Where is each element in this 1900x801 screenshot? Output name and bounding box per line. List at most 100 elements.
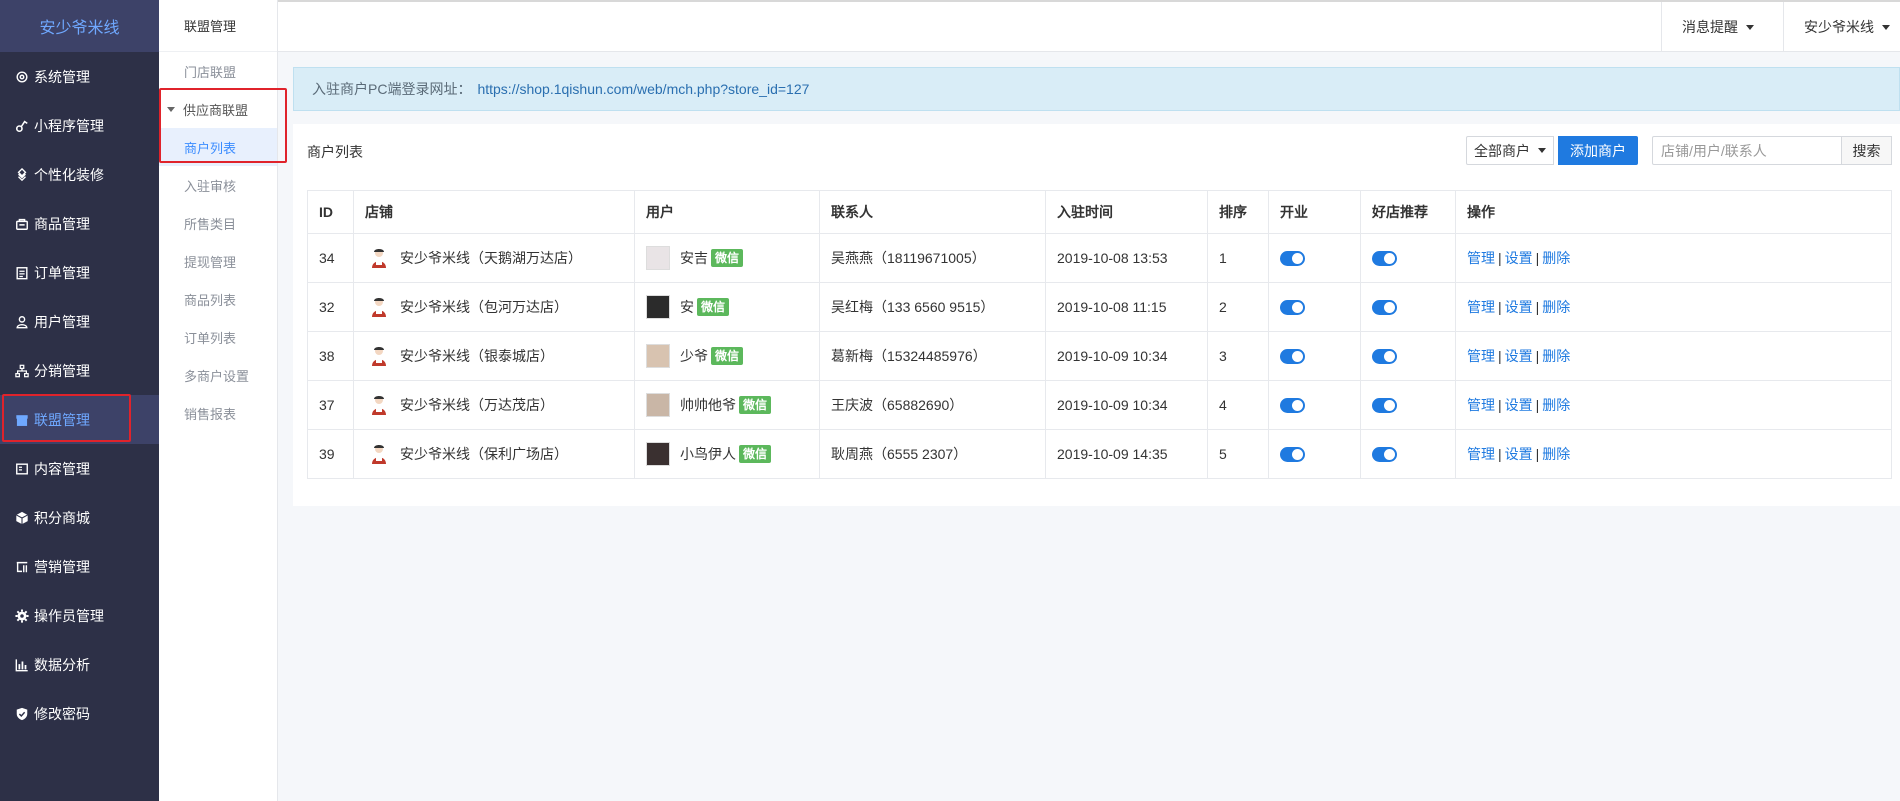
- settings-link[interactable]: 设置: [1505, 348, 1533, 364]
- search-button[interactable]: 搜索: [1841, 136, 1892, 165]
- user-name: 帅帅他爷: [680, 397, 736, 413]
- merchant-filter-dropdown[interactable]: 全部商户: [1466, 136, 1554, 165]
- user-name: 安吉: [680, 250, 708, 266]
- sidebar-item-change-password[interactable]: 修改密码: [0, 689, 159, 738]
- subnav-item-multi-merchant-settings[interactable]: 多商户设置: [159, 356, 277, 394]
- table-row: 37 安少爷米线（万达茂店） 帅帅他爷 微信 王庆波（65882690） 201…: [307, 380, 1892, 430]
- add-merchant-button[interactable]: 添加商户: [1558, 136, 1638, 165]
- sidebar-item-content[interactable]: 内容管理: [0, 444, 159, 493]
- recommend-toggle[interactable]: [1372, 300, 1397, 316]
- sidebar-item-label: 操作员管理: [34, 607, 104, 624]
- manage-link[interactable]: 管理: [1467, 250, 1495, 266]
- sidebar-item-label: 订单管理: [34, 264, 90, 281]
- merchant-list-panel: 商户列表 全部商户 添加商户 搜索 ID 店铺 用户 联系人 入驻时间 排序 开…: [293, 124, 1900, 506]
- shop-name: 安少爷米线（保利广场店）: [400, 446, 568, 462]
- subnav-item-categories[interactable]: 所售类目: [159, 204, 277, 242]
- manage-link[interactable]: 管理: [1467, 397, 1495, 413]
- sidebar-item-decoration[interactable]: 个性化装修: [0, 150, 159, 199]
- cell-contact: 吴燕燕（18119671005）: [819, 233, 1046, 283]
- manage-link[interactable]: 管理: [1467, 446, 1495, 462]
- subnav-item-entry-review[interactable]: 入驻审核: [159, 166, 277, 204]
- cell-open: [1268, 429, 1361, 479]
- cell-sort: 1: [1207, 233, 1269, 283]
- sidebar-item-orders[interactable]: 订单管理: [0, 248, 159, 297]
- sidebar-item-system[interactable]: 系统管理: [0, 52, 159, 101]
- sidebar-item-miniprogram[interactable]: 小程序管理: [0, 101, 159, 150]
- top-header: 消息提醒 安少爷米线: [278, 0, 1900, 52]
- cell-actions: 管理 | 设置 | 删除: [1455, 331, 1892, 381]
- sidebar-item-operators[interactable]: 操作员管理: [0, 591, 159, 640]
- recommend-toggle[interactable]: [1372, 251, 1397, 267]
- login-url-link[interactable]: https://shop.1qishun.com/web/mch.php?sto…: [477, 81, 809, 97]
- open-toggle[interactable]: [1280, 398, 1305, 414]
- subnav-item-goods-list[interactable]: 商品列表: [159, 280, 277, 318]
- shop-logo-icon: [372, 298, 386, 317]
- cube-icon: [14, 510, 30, 526]
- delete-link[interactable]: 删除: [1542, 446, 1570, 462]
- cell-user: 帅帅他爷 微信: [634, 380, 820, 430]
- cell-join-time: 2019-10-08 11:15: [1045, 282, 1208, 332]
- manage-link[interactable]: 管理: [1467, 348, 1495, 364]
- sidebar-item-label: 分销管理: [34, 362, 90, 379]
- panel-title: 商户列表: [307, 144, 363, 160]
- delete-link[interactable]: 删除: [1542, 299, 1570, 315]
- search-input[interactable]: [1652, 136, 1852, 165]
- open-toggle[interactable]: [1280, 447, 1305, 463]
- brand-logo-text[interactable]: 安少爷米线: [0, 0, 159, 52]
- open-toggle[interactable]: [1280, 251, 1305, 267]
- sidebar-item-users[interactable]: 用户管理: [0, 297, 159, 346]
- delete-link[interactable]: 删除: [1542, 397, 1570, 413]
- open-toggle[interactable]: [1280, 349, 1305, 365]
- settings-link[interactable]: 设置: [1505, 397, 1533, 413]
- sidebar-item-marketing[interactable]: 营销管理: [0, 542, 159, 591]
- cell-actions: 管理 | 设置 | 删除: [1455, 233, 1892, 283]
- settings-link[interactable]: 设置: [1505, 250, 1533, 266]
- content-icon: [14, 461, 30, 477]
- notice-label: 入驻商户PC端登录网址：: [312, 81, 472, 97]
- sidebar-item-analytics[interactable]: 数据分析: [0, 640, 159, 689]
- cell-recommend: [1360, 233, 1456, 283]
- recommend-toggle[interactable]: [1372, 349, 1397, 365]
- separator: |: [1498, 299, 1502, 315]
- column-header-open: 开业: [1268, 190, 1361, 234]
- cell-shop: 安少爷米线（万达茂店）: [353, 380, 635, 430]
- login-url-notice: 入驻商户PC端登录网址： https://shop.1qishun.com/we…: [293, 67, 1900, 111]
- wechat-badge: 微信: [711, 347, 744, 365]
- subnav-item-order-list[interactable]: 订单列表: [159, 318, 277, 356]
- sidebar-item-distribution[interactable]: 分销管理: [0, 346, 159, 395]
- recommend-toggle[interactable]: [1372, 447, 1397, 463]
- subnav-item-store-alliance[interactable]: 门店联盟: [159, 52, 277, 90]
- column-header-join-time: 入驻时间: [1045, 190, 1208, 234]
- column-header-sort: 排序: [1207, 190, 1269, 234]
- cell-id: 38: [307, 331, 354, 381]
- cell-join-time: 2019-10-09 10:34: [1045, 380, 1208, 430]
- subnav-item-sales-report[interactable]: 销售报表: [159, 394, 277, 432]
- link-icon: [14, 118, 30, 134]
- cell-id: 37: [307, 380, 354, 430]
- delete-link[interactable]: 删除: [1542, 348, 1570, 364]
- sidebar-item-goods[interactable]: 商品管理: [0, 199, 159, 248]
- messages-dropdown[interactable]: 消息提醒: [1661, 2, 1783, 52]
- cell-recommend: [1360, 429, 1456, 479]
- recommend-toggle[interactable]: [1372, 398, 1397, 414]
- cell-sort: 2: [1207, 282, 1269, 332]
- cell-id: 34: [307, 233, 354, 283]
- manage-link[interactable]: 管理: [1467, 299, 1495, 315]
- settings-link[interactable]: 设置: [1505, 299, 1533, 315]
- delete-link[interactable]: 删除: [1542, 250, 1570, 266]
- cell-sort: 4: [1207, 380, 1269, 430]
- cell-actions: 管理 | 设置 | 删除: [1455, 380, 1892, 430]
- cell-actions: 管理 | 设置 | 删除: [1455, 282, 1892, 332]
- open-toggle[interactable]: [1280, 300, 1305, 316]
- shop-logo-icon: [372, 347, 386, 366]
- user-dropdown[interactable]: 安少爷米线: [1783, 2, 1900, 52]
- table-row: 34 安少爷米线（天鹅湖万达店） 安吉 微信 吴燕燕（18119671005） …: [307, 233, 1892, 283]
- sidebar-item-points-mall[interactable]: 积分商城: [0, 493, 159, 542]
- highlight-box-alliance: [2, 394, 131, 442]
- separator: |: [1535, 299, 1540, 315]
- subnav-item-withdrawals[interactable]: 提现管理: [159, 242, 277, 280]
- settings-link[interactable]: 设置: [1505, 446, 1533, 462]
- clipboard-icon: [14, 265, 30, 281]
- cell-join-time: 2019-10-09 14:35: [1045, 429, 1208, 479]
- wechat-badge: 微信: [711, 249, 744, 267]
